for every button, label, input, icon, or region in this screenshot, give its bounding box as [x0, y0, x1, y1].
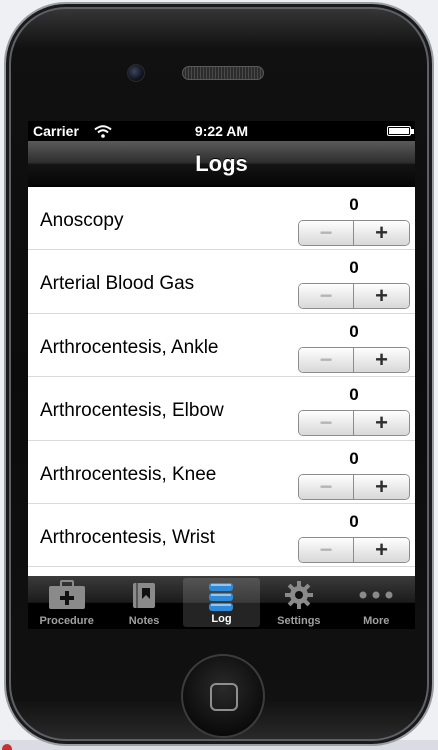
front-camera	[127, 64, 145, 82]
decrement-button[interactable]: −	[299, 284, 355, 309]
battery-icon	[387, 126, 414, 136]
procedure-count: 0	[349, 321, 359, 341]
tab-procedure[interactable]: Procedure	[28, 576, 105, 629]
navigation-bar: Logs	[28, 141, 415, 187]
procedure-name: Arthrocentesis, Knee	[40, 463, 217, 485]
decrement-button[interactable]: −	[299, 537, 355, 562]
decrement-button[interactable]: −	[299, 411, 355, 436]
list-item: Arthrocentesis, Knee 0 − +	[28, 440, 415, 504]
procedure-name: Arthrocentesis, Elbow	[40, 400, 224, 422]
tab-label: Log	[211, 613, 232, 625]
procedure-count: 0	[349, 385, 359, 405]
tab-more[interactable]: More	[338, 576, 415, 629]
tab-notes[interactable]: Notes	[105, 576, 182, 629]
backdrop-indicator	[2, 744, 12, 750]
medical-kit-icon	[48, 580, 85, 609]
tab-settings[interactable]: Settings	[260, 576, 337, 629]
database-icon	[209, 583, 234, 611]
decrement-button[interactable]: −	[299, 347, 355, 372]
list-item: Arthrocentesis, Wrist 0 − +	[28, 503, 415, 568]
home-button[interactable]	[181, 654, 265, 738]
count-stepper: − +	[298, 346, 410, 373]
procedure-count: 0	[349, 511, 359, 531]
status-clock: 9:22 AM	[194, 123, 249, 139]
tab-label: Settings	[277, 615, 321, 627]
procedure-count: 0	[349, 448, 359, 468]
increment-button[interactable]: +	[354, 411, 409, 436]
list-item: Anoscopy 0 − +	[28, 187, 415, 251]
procedure-count: 0	[349, 258, 359, 278]
notebook-icon	[133, 583, 156, 608]
procedure-log-list[interactable]: Anoscopy 0 − + Arterial Blood Gas 0 − + …	[28, 187, 415, 576]
earpiece-speaker	[182, 66, 264, 80]
procedure-name: Arterial Blood Gas	[40, 273, 195, 295]
tab-label: Procedure	[39, 615, 94, 627]
increment-button[interactable]: +	[354, 221, 409, 245]
tab-bar: Procedure Notes Log Settings More	[28, 576, 415, 629]
procedure-name: Arthrocentesis, Wrist	[40, 526, 215, 548]
increment-button[interactable]: +	[354, 347, 409, 372]
list-item: Arthrocentesis, Elbow 0 − +	[28, 377, 415, 441]
gear-icon	[284, 581, 313, 609]
procedure-name: Arthrocentesis, Ankle	[40, 336, 219, 358]
procedure-name: Anoscopy	[40, 210, 124, 231]
tab-label: Notes	[128, 615, 160, 627]
count-stepper: − +	[298, 220, 410, 246]
procedure-count: 0	[349, 195, 359, 214]
decrement-button[interactable]: −	[299, 221, 355, 245]
home-square-icon	[210, 683, 238, 711]
increment-button[interactable]: +	[354, 284, 409, 309]
decrement-button[interactable]: −	[299, 474, 355, 499]
status-bar: Carrier 9:22 AM	[28, 121, 415, 141]
increment-button[interactable]: +	[354, 474, 409, 499]
count-stepper: − +	[298, 536, 410, 563]
list-item: Arthrocentesis, Ankle 0 − +	[28, 313, 415, 378]
tab-label: More	[363, 615, 390, 627]
count-stepper: − +	[298, 473, 410, 500]
list-item: Arterial Blood Gas 0 − +	[28, 250, 415, 314]
tab-log[interactable]: Log	[182, 578, 261, 627]
page-title: Logs	[195, 151, 248, 176]
increment-button[interactable]: +	[354, 537, 409, 562]
count-stepper: − +	[298, 283, 410, 310]
more-dots-icon	[359, 591, 393, 599]
count-stepper: − +	[298, 410, 410, 437]
app-screen: Carrier 9:22 AM Logs Anoscopy 0 − + Arte…	[28, 121, 415, 629]
